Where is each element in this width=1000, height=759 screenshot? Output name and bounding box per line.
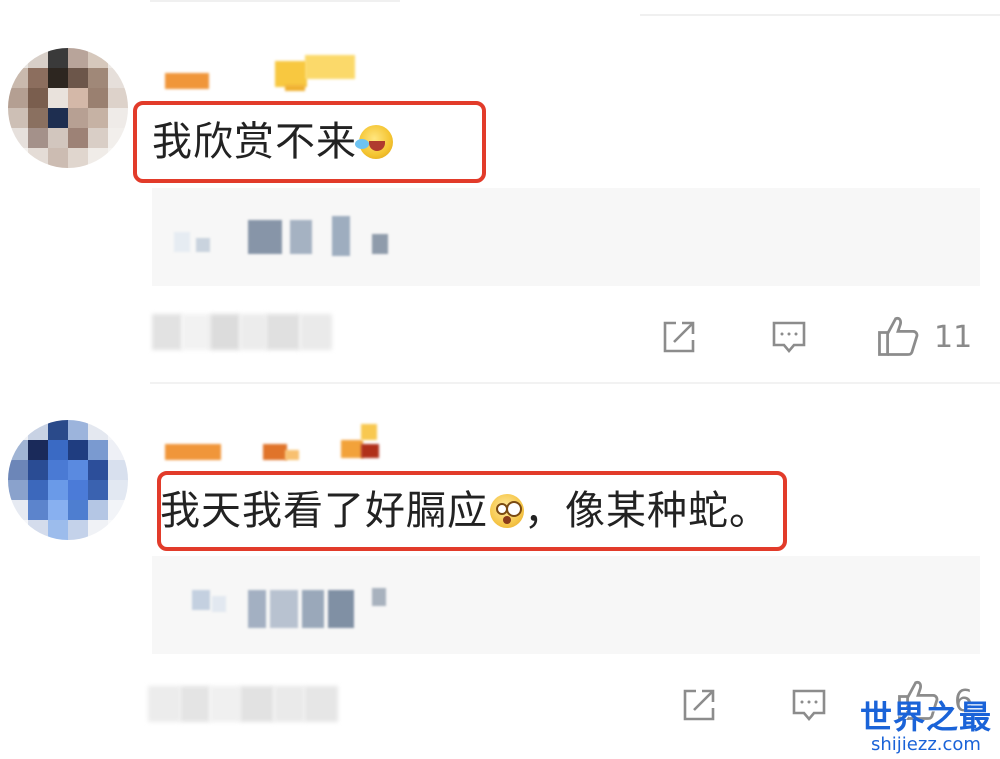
watermark-url: shijiezz.com (871, 734, 981, 755)
share-button[interactable] (680, 686, 718, 724)
comment-icon (772, 321, 806, 354)
share-button[interactable] (660, 318, 698, 356)
share-icon (683, 689, 715, 721)
comment-icon (792, 689, 826, 722)
reply-preview-panel[interactable] (152, 188, 980, 286)
username-blurred[interactable] (165, 55, 365, 95)
like-count: 11 (934, 320, 973, 355)
divider-top-right (640, 14, 1000, 16)
watermark: 世界之最 shijiezz.com (860, 699, 992, 755)
username-blurred[interactable] (165, 422, 395, 462)
reply-preview-panel[interactable] (152, 556, 980, 654)
timestamp-blurred (152, 314, 332, 350)
timestamp-blurred (148, 686, 338, 722)
like-button[interactable] (876, 314, 920, 358)
divider-comments (150, 382, 1000, 384)
comment-screenshot: 我欣赏不来 11 我天我看了好膈应 ，像某种蛇。 6 世界之最 shijiezz… (0, 0, 1000, 759)
reply-button[interactable] (790, 686, 828, 724)
thumbs-up-icon (878, 316, 919, 356)
highlight-box (157, 471, 787, 551)
avatar[interactable] (8, 420, 128, 540)
divider-top (150, 0, 400, 2)
watermark-title: 世界之最 (859, 698, 992, 736)
highlight-box (133, 101, 486, 183)
avatar[interactable] (8, 48, 128, 168)
reply-button[interactable] (770, 318, 808, 356)
share-icon (663, 321, 695, 353)
